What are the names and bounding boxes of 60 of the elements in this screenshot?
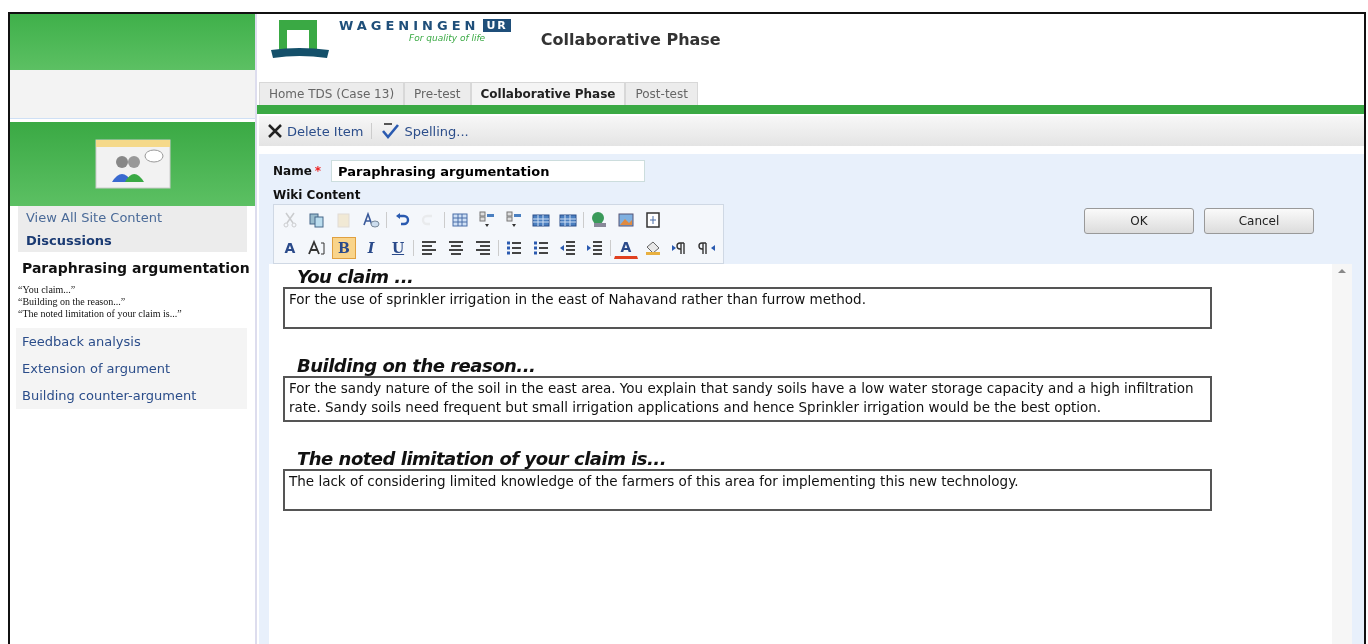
table-icon xyxy=(532,211,550,229)
numbered-list-icon xyxy=(505,239,523,257)
spelling-button[interactable]: Spelling... xyxy=(380,122,469,140)
cancel-button[interactable]: Cancel xyxy=(1204,208,1314,234)
align-center-icon xyxy=(447,239,465,257)
scrollbar[interactable] xyxy=(1332,264,1352,644)
table-row-icon xyxy=(478,211,496,229)
bullet-list-icon xyxy=(532,239,550,257)
format-button[interactable]: U xyxy=(386,237,410,259)
logo-badge: UR xyxy=(483,19,511,32)
site-title: Collaborative Phase xyxy=(540,30,721,49)
close-icon xyxy=(267,123,283,139)
nav-note: “Building on the reason...” xyxy=(18,296,127,308)
nav-item[interactable]: Building counter-argument xyxy=(16,382,247,409)
align-right-icon xyxy=(474,239,492,257)
format-button[interactable]: B xyxy=(332,237,356,259)
outdent-icon xyxy=(559,239,577,257)
cut-icon xyxy=(281,211,299,229)
copy-icon xyxy=(308,211,326,229)
section-heading: Building on the reason... xyxy=(297,355,537,376)
nav-tab[interactable]: Pre-test xyxy=(404,82,471,105)
spell-check-icon xyxy=(380,122,401,140)
wiki-content-label: Wiki Content xyxy=(273,188,362,202)
nav-item[interactable]: Extension of argument xyxy=(16,355,247,382)
table-icon xyxy=(451,211,469,229)
answer-box[interactable]: For the sandy nature of the soil in the east area. You explain that sandy soils have a low water storage capacity and a high infiltration rate. Sandy soils need frequent but small irrigation applications and hence Sprinkler irrigation would be the best option. xyxy=(283,376,1212,422)
table-row-icon xyxy=(505,211,523,229)
section-heading: You claim ... xyxy=(297,266,415,287)
format-button[interactable]: I xyxy=(359,237,383,259)
link-icon xyxy=(590,211,608,229)
name-field[interactable]: Paraphrasing argumentation xyxy=(331,160,646,182)
nav-link[interactable]: View All Site Content xyxy=(18,206,247,229)
nav-item[interactable]: Feedback analysis xyxy=(16,328,247,355)
indent-icon xyxy=(586,239,604,257)
image-icon xyxy=(617,211,635,229)
nav-tab[interactable]: Post-test xyxy=(625,82,698,105)
text-direction-icon xyxy=(698,239,716,257)
ok-button[interactable]: OK xyxy=(1084,208,1194,234)
format-button[interactable]: A xyxy=(278,237,302,259)
resize-icon xyxy=(644,211,662,229)
align-left-icon xyxy=(420,239,438,257)
nav-note: “The noted limitation of your claim is...” xyxy=(18,308,183,320)
nav-section-heading: Discussions xyxy=(18,229,247,252)
nav-note: “You claim...” xyxy=(18,284,77,296)
section-heading: The noted limitation of your claim is... xyxy=(297,448,668,469)
nav-tab[interactable]: Home TDS (Case 13) xyxy=(259,82,405,105)
format-icon xyxy=(362,211,380,229)
delete-item-button[interactable]: Delete Item xyxy=(267,123,364,139)
name-label: Name * xyxy=(273,164,322,178)
font-size-icon xyxy=(308,239,326,257)
paste-icon xyxy=(335,211,353,229)
format-button[interactable]: A xyxy=(614,237,638,259)
logo-name: WAGENINGEN xyxy=(339,18,480,33)
highlight-icon xyxy=(644,239,662,257)
answer-box[interactable]: For the use of sprinkler irrigation in the east of Nahavand rather than furrow method. xyxy=(283,287,1212,329)
table-icon xyxy=(559,211,577,229)
scroll-up-icon[interactable] xyxy=(1338,268,1346,274)
logo-tagline: For quality of life xyxy=(409,33,487,43)
nav-tab[interactable]: Collaborative Phase xyxy=(470,82,626,105)
answer-box[interactable]: The lack of considering limited knowledge of the farmers of this area for implementing this new technology. xyxy=(283,469,1212,511)
